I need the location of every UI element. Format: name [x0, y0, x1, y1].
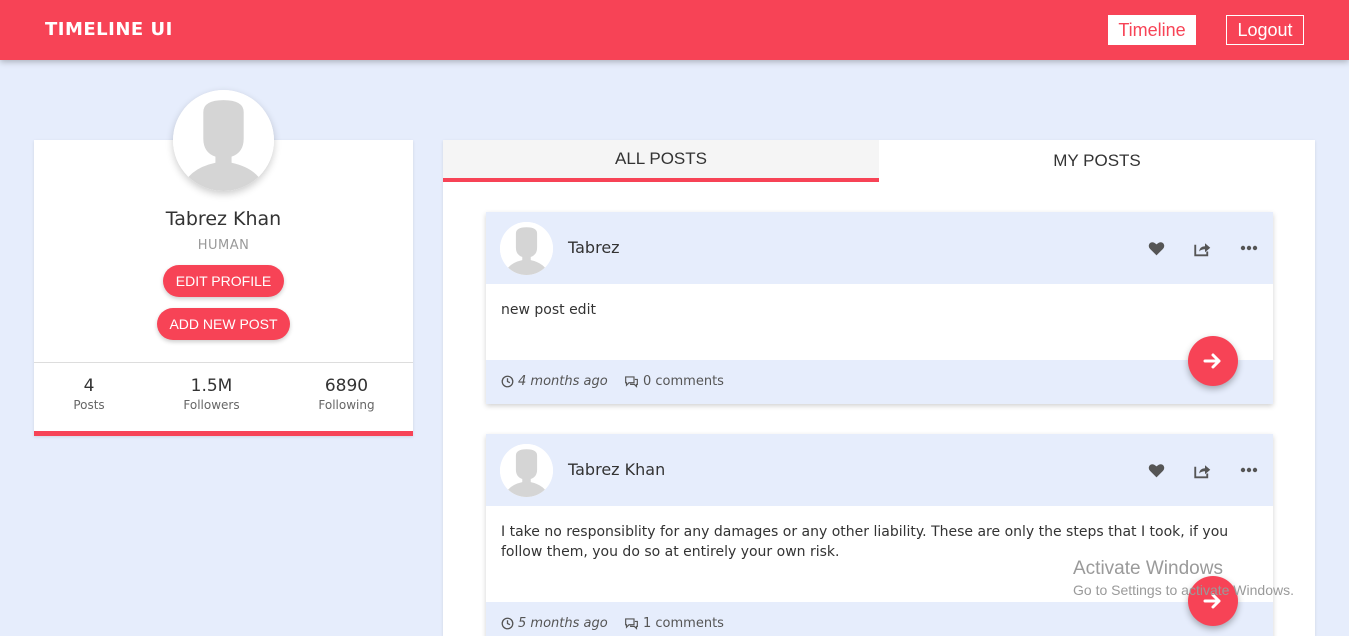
brand-logo[interactable]: TIMELINE UI — [45, 19, 173, 40]
post-comments-text: 0 comments — [643, 374, 724, 389]
post-header: Tabrez Khan — [486, 434, 1273, 506]
stat-value: 4 — [83, 376, 95, 396]
stat-label: Posts — [73, 398, 105, 412]
post-time: 4 months ago — [501, 374, 608, 389]
user-silhouette-icon — [500, 444, 553, 497]
more-options-icon[interactable] — [1239, 238, 1259, 258]
post-author[interactable]: Tabrez Khan — [568, 460, 665, 479]
post-time-text: 5 months ago — [518, 616, 608, 631]
post-header: Tabrez — [486, 212, 1273, 284]
navbar: TIMELINE UI Timeline Logout — [0, 0, 1349, 60]
arrow-right-icon — [1203, 353, 1221, 369]
stat-label: Followers — [183, 398, 240, 412]
arrow-right-icon — [1203, 593, 1221, 609]
clock-icon — [501, 375, 514, 388]
heart-icon[interactable] — [1146, 460, 1166, 480]
clock-icon — [501, 617, 514, 630]
post-body: I take no responsiblity for any damages … — [501, 524, 1229, 560]
logout-button[interactable]: Logout — [1226, 15, 1304, 45]
post-card: Tabrez new post edit 4 months ago 0 comm… — [486, 212, 1273, 404]
comments-icon — [625, 376, 638, 388]
profile-name: Tabrez Khan — [165, 208, 282, 230]
stat-value: 1.5M — [190, 376, 233, 396]
open-post-button[interactable] — [1188, 576, 1238, 626]
post-body: new post edit — [501, 302, 596, 318]
tab-my-posts[interactable]: MY POSTS — [879, 140, 1315, 182]
profile-role: HUMAN — [197, 238, 250, 253]
post-footer: 4 months ago 0 comments — [486, 360, 1273, 404]
user-silhouette-icon — [500, 222, 553, 275]
more-options-icon[interactable] — [1239, 460, 1259, 480]
stat-followers: 1.5M Followers — [174, 376, 249, 412]
share-icon[interactable] — [1192, 238, 1212, 258]
open-post-button[interactable] — [1188, 336, 1238, 386]
post-avatar — [500, 444, 553, 497]
post-comments[interactable]: 0 comments — [624, 374, 724, 389]
comments-icon — [625, 618, 638, 630]
post-time-text: 4 months ago — [518, 374, 608, 389]
post-comments[interactable]: 1 comments — [624, 616, 724, 631]
share-icon[interactable] — [1192, 460, 1212, 480]
edit-profile-button[interactable]: EDIT PROFILE — [163, 265, 284, 297]
post-avatar — [500, 222, 553, 275]
stat-label: Following — [318, 398, 375, 412]
profile-avatar — [173, 90, 274, 191]
profile-card-accent-bar — [34, 431, 413, 436]
stat-value: 6890 — [324, 376, 369, 396]
add-new-post-button[interactable]: ADD NEW POST — [157, 308, 290, 340]
post-author[interactable]: Tabrez — [568, 238, 620, 257]
post-card: Tabrez Khan I take no responsiblity for … — [486, 434, 1273, 636]
post-footer: 5 months ago 1 comments — [486, 602, 1273, 636]
posts-panel: ALL POSTS MY POSTS Tabrez new post edit — [443, 140, 1315, 636]
stat-following: 6890 Following — [309, 376, 384, 412]
tab-all-posts[interactable]: ALL POSTS — [443, 140, 879, 182]
stat-posts: 4 Posts — [59, 376, 119, 412]
user-silhouette-icon — [173, 90, 274, 191]
post-comments-text: 1 comments — [643, 616, 724, 631]
heart-icon[interactable] — [1146, 238, 1166, 258]
post-time: 5 months ago — [501, 616, 608, 631]
stats-divider — [34, 362, 413, 363]
timeline-nav-button[interactable]: Timeline — [1108, 15, 1196, 45]
